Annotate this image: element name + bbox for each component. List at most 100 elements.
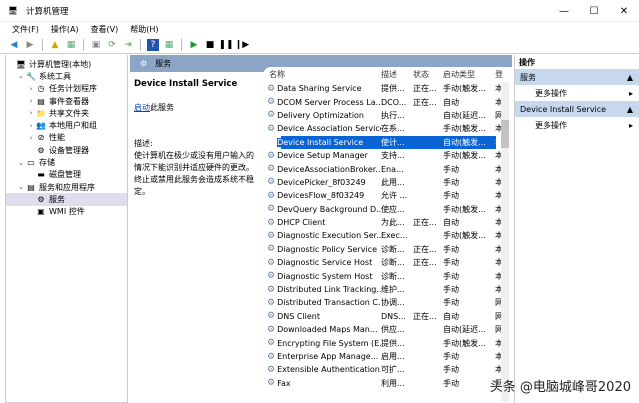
menu-file[interactable]: 文件(F) [12, 24, 39, 35]
expand-arrow-icon[interactable]: › [26, 134, 36, 142]
tree-item[interactable]: ⌄ ▤ 服务和应用程序 [6, 181, 127, 193]
service-row[interactable]: ⚙ DevQuery Background D... 使应... 手动(触发... 本 [263, 203, 512, 216]
restart-service-icon[interactable]: ❙▶ [235, 39, 249, 51]
expand-arrow-icon[interactable]: ⌄ [16, 159, 26, 167]
tree-item[interactable]: › 📁 共享文件夹 [6, 107, 127, 119]
service-row[interactable]: ⚙ Device Install Service 使计... 自动(触发... 本 [263, 135, 512, 149]
service-row[interactable]: ⚙ Device Association Service 在系... 手动(触发...… [263, 122, 512, 135]
service-row[interactable]: ⚙ Encrypting File System (E... 提供... 手动(触发.… [263, 336, 512, 349]
service-name: DevQuery Background D... [277, 204, 381, 214]
refresh-icon[interactable]: ⟳ [106, 39, 118, 51]
service-name-cell: ⚙ DeviceAssociationBroker... [263, 164, 381, 174]
tree-item[interactable]: › ⊘ 性能 [6, 132, 127, 144]
maximize-button[interactable]: ☐ [579, 0, 609, 22]
show-hide-tree-icon[interactable]: ▦ [65, 39, 77, 51]
more-actions-services[interactable]: 更多操作 ▸ [515, 85, 639, 101]
tree-item[interactable]: › ▤ 事件查看器 [6, 95, 127, 107]
menu-action[interactable]: 操作(A) [51, 24, 79, 35]
column-logon[interactable]: 登 [495, 69, 505, 80]
service-gear-icon: ⚙ [267, 338, 276, 349]
expand-arrow-icon[interactable]: › [26, 97, 36, 105]
service-startup-type: 手动 [443, 365, 459, 375]
scrollbar-thumb[interactable] [501, 120, 509, 148]
close-button[interactable]: ✕ [609, 0, 639, 22]
tree-item[interactable]: ⌄ 🔧 系统工具 [6, 70, 127, 82]
service-row[interactable]: ⚙ Distributed Transaction C... 协调... 手动网 [263, 296, 512, 309]
back-icon[interactable]: ◀ [8, 39, 20, 51]
service-gear-icon: ⚙ [267, 324, 276, 335]
help-icon[interactable]: ? [147, 38, 159, 51]
column-description[interactable]: 描述 [381, 69, 413, 80]
service-row[interactable]: ⚙ DNS Client DNS... 正在... 自动网 [263, 310, 512, 323]
tree-item[interactable]: 🖥 计算机管理(本地) [6, 58, 127, 70]
service-row[interactable]: ⚙ Extensible Authentication... 可扩... 手动本 [263, 363, 512, 376]
service-startup-type: 手动 [443, 298, 459, 308]
actions-section-selected-service[interactable]: Device Install Service ▲ [515, 101, 639, 117]
service-description: Exec... [381, 231, 408, 241]
column-status[interactable]: 状态 [413, 69, 443, 80]
view-icon[interactable]: ▦ [163, 39, 175, 51]
column-startup-type[interactable]: 启动类型 [443, 69, 495, 80]
service-name: DNS Client [277, 311, 321, 321]
collapse-icon[interactable]: ▲ [627, 73, 633, 82]
tree-item[interactable]: ⚙ 设备管理器 [6, 144, 127, 156]
service-row[interactable]: ⚙ DHCP Client 为此... 正在... 自动本 [263, 216, 512, 229]
service-name: DevicesFlow_8f03249 [277, 191, 365, 201]
submenu-arrow-icon: ▸ [628, 120, 633, 130]
service-row[interactable]: ⚙ Diagnostic Service Host 诊断... 正在... 手动本 [263, 256, 512, 269]
service-name: Delivery Optimization [277, 110, 365, 120]
collapse-icon[interactable]: ▲ [627, 105, 633, 114]
tree-item[interactable]: ▬ 磁盘管理 [6, 169, 127, 181]
service-name-cell: ⚙ Diagnostic Policy Service [263, 244, 381, 254]
service-startup-type: 手动 [443, 271, 459, 281]
service-status: 正在... [413, 218, 437, 228]
services-header-title: 服务 [155, 59, 172, 68]
column-name[interactable]: 名称 [263, 69, 381, 80]
service-row[interactable]: ⚙ Fax 利用... 手动网 [263, 377, 512, 390]
pause-service-icon[interactable]: ❚❚ [218, 39, 233, 51]
description-label: 描述: [134, 139, 153, 148]
export-icon[interactable]: ⇥ [122, 39, 134, 51]
start-service-link[interactable]: 启动 [134, 103, 150, 112]
tree-item[interactable]: › 👥 本地用户和组 [6, 119, 127, 131]
service-row[interactable]: ⚙ Diagnostic Execution Ser... Exec... 手动(触发… [263, 229, 512, 242]
service-gear-icon: ⚙ [267, 230, 276, 241]
menu-view[interactable]: 查看(V) [91, 24, 119, 35]
service-row[interactable]: ⚙ Diagnostic Policy Service 诊断... 正在... 手动本 [263, 243, 512, 256]
tree-item[interactable]: ⌄ ▭ 存储 [6, 156, 127, 168]
up-folder-icon[interactable]: ▲ [49, 39, 61, 51]
service-status: 正在... [413, 244, 437, 254]
minimize-button[interactable]: — [549, 0, 579, 22]
properties-icon[interactable]: ▣ [90, 39, 102, 51]
service-row[interactable]: ⚙ Diagnostic System Host 诊断... 手动本 [263, 269, 512, 282]
service-description: 协调... [381, 298, 405, 308]
forward-icon[interactable]: ▶ [24, 39, 36, 51]
service-row[interactable]: ⚙ DCOM Server Process La... DCO... 正在... 自动本 [263, 95, 512, 108]
vertical-scrollbar[interactable] [501, 82, 509, 402]
service-row[interactable]: ⚙ Enterprise App Manage... 启用... 手动本 [263, 350, 512, 363]
start-service-icon[interactable]: ▶ [188, 39, 200, 51]
more-actions-service[interactable]: 更多操作 ▸ [515, 117, 639, 133]
service-row[interactable]: ⚙ Distributed Link Tracking... 维护... 手动本 [263, 283, 512, 296]
expand-arrow-icon[interactable]: ⌄ [16, 183, 26, 191]
menu-help[interactable]: 帮助(H) [130, 24, 158, 35]
tree-item[interactable]: ▣ WMI 控件 [6, 206, 127, 218]
service-row[interactable]: ⚙ DevicePicker_8f03249 此用... 手动本 [263, 176, 512, 189]
expand-arrow-icon[interactable]: › [26, 122, 36, 130]
tree-item[interactable]: › ◷ 任务计划程序 [6, 83, 127, 95]
actions-section-services[interactable]: 服务 ▲ [515, 69, 639, 85]
service-row[interactable]: ⚙ Device Setup Manager 支持... 手动(触发... 本 [263, 149, 512, 162]
service-row[interactable]: ⚙ Downloaded Maps Man... 供应... 自动(延迟... 网 [263, 323, 512, 336]
expand-arrow-icon[interactable]: › [26, 85, 36, 93]
service-row[interactable]: ⚙ Delivery Optimization 执行... 自动(延迟... 网 [263, 109, 512, 122]
title-bar: 🖥 计算机管理 — ☐ ✕ [0, 0, 639, 22]
service-startup-type: 手动 [443, 177, 459, 187]
tree-item[interactable]: ⚙ 服务 [6, 193, 127, 206]
service-row[interactable]: ⚙ DevicesFlow_8f03249 允许 ... 手动本 [263, 189, 512, 202]
expand-arrow-icon[interactable]: › [26, 109, 36, 117]
more-actions-label: 更多操作 [535, 88, 567, 98]
service-row[interactable]: ⚙ Data Sharing Service 提供... 正在... 手动(触发... 本 [263, 82, 512, 95]
expand-arrow-icon[interactable]: ⌄ [16, 72, 26, 80]
service-row[interactable]: ⚙ DeviceAssociationBroker... Ena... 手动本 [263, 162, 512, 175]
stop-service-icon[interactable]: ■ [204, 39, 216, 51]
